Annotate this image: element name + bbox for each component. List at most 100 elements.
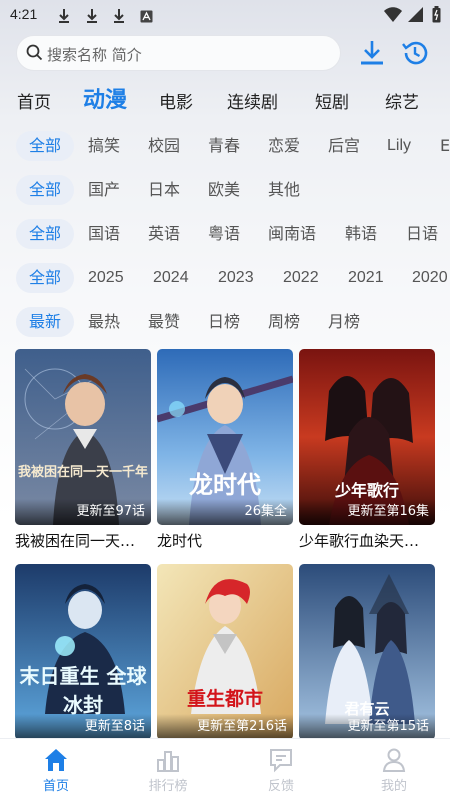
- update-badge: 更新至8话: [15, 714, 151, 740]
- filter-chip[interactable]: 青春: [208, 131, 240, 161]
- filter-chip[interactable]: 2020: [412, 263, 448, 293]
- filter-chip-genre-all[interactable]: 全部: [16, 131, 74, 161]
- filter-chip-language-all[interactable]: 全部: [16, 219, 74, 249]
- wifi-icon: [384, 7, 402, 26]
- nav-feedback-label: 反馈: [267, 779, 294, 794]
- filter-chip[interactable]: 2025: [88, 263, 124, 293]
- tab-variety[interactable]: 综艺: [385, 88, 419, 113]
- poster-image: 少年歌行 更新至第16集: [299, 349, 435, 525]
- nav-feedback[interactable]: 反馈: [225, 739, 337, 800]
- search-input[interactable]: 搜索名称 简介: [16, 35, 341, 71]
- filter-chip-year-all[interactable]: 全部: [16, 263, 74, 293]
- poster-art-title: 少年歌行: [334, 481, 399, 500]
- signal-icon: [408, 7, 423, 26]
- filter-chip[interactable]: 搞笑: [88, 131, 120, 161]
- filter-chip[interactable]: 其他: [268, 175, 300, 205]
- history-icon: [400, 41, 430, 72]
- tab-series[interactable]: 连续剧: [227, 88, 278, 113]
- nav-home-label: 首页: [42, 779, 69, 794]
- year-filter-row: 全部 2025 2024 2023 2022 2021 2020: [0, 263, 450, 295]
- search-placeholder: 搜索名称 简介: [47, 46, 142, 64]
- update-badge: 更新至第216话: [157, 714, 293, 740]
- nav-home[interactable]: 首页: [0, 739, 112, 800]
- sort-chip[interactable]: 最热: [88, 307, 120, 337]
- poster-art-title: 我被困在同一天一千年: [17, 465, 148, 480]
- video-card[interactable]: 少年歌行 更新至第16集: [299, 349, 435, 525]
- sort-chip[interactable]: 周榜: [268, 307, 300, 337]
- download-button[interactable]: [357, 38, 387, 68]
- video-card[interactable]: 龙时代 26集全: [157, 349, 293, 525]
- update-badge: 更新至第16集: [299, 499, 435, 525]
- nav-ranking-label: 排行榜: [148, 779, 188, 794]
- genre-filter-row: 全部 搞笑 校园 青春 恋爱 后宫 Lily E: [0, 131, 450, 163]
- sort-chip[interactable]: 月榜: [328, 307, 360, 337]
- nav-ranking[interactable]: 排行榜: [112, 739, 224, 800]
- video-title[interactable]: 少年歌行血染天…: [299, 530, 439, 551]
- filter-chip[interactable]: 国产: [88, 175, 120, 205]
- tab-anime[interactable]: 动漫: [83, 82, 127, 114]
- poster-image: 末日重生 全球冰封 更新至8话: [15, 564, 151, 740]
- poster-art-title: 末日重生 全球冰封: [19, 664, 147, 717]
- filter-chip[interactable]: E: [440, 131, 450, 161]
- update-badge: 更新至第15话: [299, 714, 435, 740]
- home-icon: [43, 747, 69, 773]
- filter-chip[interactable]: 校园: [148, 131, 180, 161]
- battery-icon: [432, 6, 441, 27]
- filter-chip[interactable]: 2023: [218, 263, 254, 293]
- filter-chip-region-all[interactable]: 全部: [16, 175, 74, 205]
- video-card[interactable]: 重生都市 更新至第216话: [157, 564, 293, 740]
- tab-home[interactable]: 首页: [17, 88, 51, 113]
- filter-chip[interactable]: 日语: [406, 219, 438, 249]
- poster-image: 龙时代 26集全: [157, 349, 293, 525]
- download-notification-icon: [58, 8, 70, 27]
- sort-chip[interactable]: 最赞: [148, 307, 180, 337]
- nav-profile-label: 我的: [380, 779, 407, 794]
- poster-art-title: 重生都市: [186, 688, 263, 710]
- update-badge: 更新至97话: [15, 499, 151, 525]
- filter-chip[interactable]: 恋爱: [268, 131, 300, 161]
- filter-chip[interactable]: 闽南语: [268, 219, 316, 249]
- sort-chip-latest[interactable]: 最新: [16, 307, 74, 337]
- bottom-navigation: 首页 排行榜 反馈 我的: [0, 738, 450, 800]
- video-card[interactable]: 我被困在同一天一千年 更新至97话: [15, 349, 151, 525]
- filter-chip[interactable]: 国语: [88, 219, 120, 249]
- language-filter-row: 全部 国语 英语 粤语 闽南语 韩语 日语: [0, 219, 450, 251]
- feedback-icon: [268, 747, 294, 773]
- filter-chip[interactable]: 2022: [283, 263, 319, 293]
- filter-chip[interactable]: 后宫: [328, 131, 360, 161]
- ranking-icon: [155, 747, 181, 773]
- filter-chip[interactable]: 日本: [148, 175, 180, 205]
- poster-image: 君有云 更新至第15话: [299, 564, 435, 740]
- sort-chip[interactable]: 日榜: [208, 307, 240, 337]
- history-button[interactable]: [400, 38, 430, 68]
- download-notification-icon: [113, 8, 125, 27]
- update-badge: 26集全: [157, 499, 293, 525]
- poster-image: 重生都市 更新至第216话: [157, 564, 293, 740]
- filter-chip[interactable]: 2024: [153, 263, 189, 293]
- filter-chip[interactable]: 英语: [148, 219, 180, 249]
- filter-chip[interactable]: 2021: [348, 263, 384, 293]
- download-icon: [357, 41, 387, 72]
- search-icon: [26, 44, 43, 65]
- app-notification-icon: [140, 8, 153, 27]
- filter-chip[interactable]: 粤语: [208, 219, 240, 249]
- filter-chip[interactable]: 欧美: [208, 175, 240, 205]
- tab-movie[interactable]: 电影: [159, 88, 193, 113]
- user-icon: [381, 747, 407, 773]
- filter-chip[interactable]: Lily: [387, 131, 411, 161]
- nav-profile[interactable]: 我的: [338, 739, 450, 800]
- video-card[interactable]: 末日重生 全球冰封 更新至8话: [15, 564, 151, 740]
- poster-art-title: 龙时代: [189, 470, 261, 499]
- tab-short-drama[interactable]: 短剧: [315, 88, 349, 113]
- video-title[interactable]: 龙时代: [157, 530, 297, 551]
- download-notification-icon: [86, 8, 98, 27]
- video-title[interactable]: 我被困在同一天…: [15, 530, 155, 551]
- status-time: 4:21: [10, 6, 38, 22]
- video-card[interactable]: 君有云 更新至第15话: [299, 564, 435, 740]
- region-filter-row: 全部 国产 日本 欧美 其他: [0, 175, 450, 207]
- status-bar: 4:21: [0, 0, 450, 30]
- filter-chip[interactable]: 韩语: [345, 219, 377, 249]
- category-tabs: 首页 动漫 电影 连续剧 短剧 综艺: [0, 82, 450, 116]
- sort-filter-row: 最新 最热 最赞 日榜 周榜 月榜: [0, 307, 450, 339]
- poster-image: 我被困在同一天一千年 更新至97话: [15, 349, 151, 525]
